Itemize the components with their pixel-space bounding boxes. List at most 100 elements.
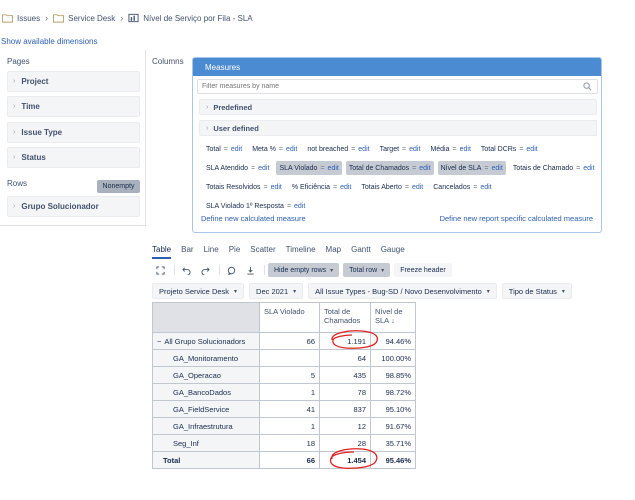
- nonempty-toggle[interactable]: Nonempty: [97, 180, 140, 193]
- measure-edit-link[interactable]: edit: [258, 165, 269, 172]
- measure-chip-total[interactable]: Total = edit: [203, 142, 245, 156]
- measure-edit-link[interactable]: edit: [583, 165, 594, 172]
- measure-chip-cancelados[interactable]: Cancelados = edit: [430, 180, 494, 194]
- measures-filter[interactable]: [197, 79, 598, 94]
- measure-edit-link[interactable]: edit: [412, 184, 423, 191]
- measure-chip-total-dcrs[interactable]: Total DCRs = edit: [478, 142, 541, 156]
- tab-scatter[interactable]: Scatter: [250, 245, 275, 259]
- row-header[interactable]: GA_Monitoramento: [152, 349, 260, 367]
- folder-icon: [2, 14, 13, 23]
- dimension-time[interactable]: › Time: [7, 96, 140, 117]
- chevron-right-icon: ›: [13, 203, 16, 210]
- equals-sign: =: [351, 145, 356, 153]
- dimension-project[interactable]: › Project: [7, 71, 140, 92]
- define-new-measure-link[interactable]: Define new calculated measure: [201, 214, 306, 223]
- measure-name: Target: [379, 145, 400, 153]
- measure-chip-meta[interactable]: Meta % = edit: [249, 142, 300, 156]
- filter-dropdown-projeto-service-desk[interactable]: Projeto Service Desk ▾: [152, 283, 245, 299]
- row-header[interactable]: GA_FieldService: [152, 400, 260, 418]
- total-row-button[interactable]: Total row ▾: [343, 263, 391, 277]
- group-user-defined[interactable]: › User defined: [199, 120, 597, 136]
- collapse-icon[interactable]: −: [157, 337, 161, 346]
- measure-chip-target[interactable]: Target = edit: [377, 142, 424, 156]
- freeze-header-button[interactable]: Freeze header: [394, 263, 452, 277]
- measure-chip-sla-violado[interactable]: SLA Violado = edit: [276, 161, 342, 175]
- measures-header[interactable]: Measures: [193, 58, 601, 76]
- col-header-nivel-sla[interactable]: Nível de SLA ↓: [370, 302, 416, 333]
- filter-dropdown-dec-2021[interactable]: Dec 2021 ▾: [249, 283, 304, 299]
- tab-line[interactable]: Line: [204, 245, 219, 259]
- table-toolbar: Hide empty rows ▾ Total row ▾ Freeze heade…: [152, 262, 456, 278]
- dimensions-panel: Pages › Project › Time › Issue Type › Status…: [0, 50, 146, 226]
- row-label: Total: [163, 455, 181, 465]
- redo-icon[interactable]: [197, 263, 213, 277]
- equals-sign: =: [263, 183, 268, 191]
- report-icon: [128, 13, 139, 23]
- measure-edit-link[interactable]: edit: [340, 184, 351, 191]
- row-header[interactable]: − All Grupo Solucionadors: [152, 332, 260, 350]
- measure-edit-link[interactable]: edit: [526, 146, 537, 153]
- measure-chip-nivel-de-sla[interactable]: Nível de SLA = edit: [437, 161, 506, 175]
- row-header[interactable]: GA_Operacao: [152, 366, 260, 384]
- tab-pie[interactable]: Pie: [229, 245, 241, 259]
- measures-filter-input[interactable]: [202, 83, 572, 90]
- measure-edit-link[interactable]: edit: [460, 146, 471, 153]
- measure-chip-total-de-chamados[interactable]: Total de Chamados = edit: [345, 161, 434, 175]
- row-header[interactable]: GA_Infraestrutura: [152, 417, 260, 435]
- dimension-grupo-solucionador[interactable]: › Grupo Solucionador: [7, 196, 140, 217]
- undo-icon[interactable]: [178, 263, 194, 277]
- tab-map[interactable]: Map: [326, 245, 342, 259]
- measure-chip-sla-violado-1-resposta[interactable]: SLA Violado 1º Resposta = edit: [203, 199, 308, 213]
- fullscreen-icon[interactable]: [152, 263, 168, 277]
- show-available-dimensions-link[interactable]: Show available dimensions: [1, 37, 98, 46]
- measure-name: SLA Violado 1º Resposta: [206, 202, 284, 210]
- measure-edit-link[interactable]: edit: [294, 203, 305, 210]
- tab-gauge[interactable]: Gauge: [381, 245, 405, 259]
- col-header-sla-violado[interactable]: SLA Violado: [259, 302, 320, 333]
- measure-name: Total: [206, 145, 221, 153]
- measure-chip-totais-resolvidos[interactable]: Totais Resolvidos = edit: [203, 180, 285, 194]
- hide-empty-rows-button[interactable]: Hide empty rows ▾: [268, 263, 340, 277]
- table-cell: 12: [319, 417, 371, 435]
- breadcrumb-service-desk[interactable]: Service Desk: [68, 14, 115, 23]
- page-filters: Projeto Service Desk ▾ Dec 2021 ▾ All Issue …: [152, 283, 577, 299]
- row-header[interactable]: GA_BancoDados: [152, 383, 260, 401]
- measure-chip-totais-de-chamado[interactable]: Totais de Chamado = edit: [510, 161, 598, 175]
- tab-table[interactable]: Table: [152, 245, 172, 259]
- row-header[interactable]: Seg_Inf: [152, 434, 260, 452]
- chevron-down-icon: ▾: [234, 288, 238, 295]
- measure-edit-link[interactable]: edit: [328, 165, 339, 172]
- filter-dropdown-all-issue-types-bug-sd-novo-de[interactable]: All Issue Types - Bug-SD / Novo Desenvol…: [308, 283, 497, 299]
- tab-gantt[interactable]: Gantt: [351, 245, 371, 259]
- row-label: Seg_Inf: [173, 438, 199, 448]
- measure-chip-totais-aberto[interactable]: Totais Aberto = edit: [358, 180, 426, 194]
- comment-icon[interactable]: [223, 263, 239, 277]
- table-cell: 95.46%: [370, 451, 416, 469]
- tab-bar[interactable]: Bar: [181, 245, 193, 259]
- measure-chip-media[interactable]: Média = edit: [427, 142, 473, 156]
- dimension-issue-type[interactable]: › Issue Type: [7, 122, 140, 143]
- download-icon[interactable]: [242, 263, 258, 277]
- col-header-total-chamados[interactable]: Total de Chamados: [319, 302, 371, 333]
- table-cell: 35.71%: [370, 434, 416, 452]
- measure-edit-link[interactable]: edit: [480, 184, 491, 191]
- measure-chip-eficiencia[interactable]: % Eficiência = edit: [289, 180, 355, 194]
- group-predefined[interactable]: › Predefined: [199, 99, 597, 115]
- measure-edit-link[interactable]: edit: [409, 146, 420, 153]
- measure-edit-link[interactable]: edit: [231, 146, 242, 153]
- measure-chip-not-breached[interactable]: not breached = edit: [304, 142, 372, 156]
- measure-edit-link[interactable]: edit: [492, 165, 503, 172]
- measure-edit-link[interactable]: edit: [286, 146, 297, 153]
- row-label: GA_Infraestrutura: [173, 421, 233, 431]
- filter-dropdown-tipo-de-status[interactable]: Tipo de Status ▾: [501, 283, 572, 299]
- tab-timeline[interactable]: Timeline: [286, 245, 316, 259]
- measure-edit-link[interactable]: edit: [358, 146, 369, 153]
- row-header[interactable]: Total: [152, 451, 260, 469]
- breadcrumb-issues[interactable]: Issues: [17, 14, 40, 23]
- measure-edit-link[interactable]: edit: [419, 165, 430, 172]
- define-new-report-measure-link[interactable]: Define new report specific calculated me…: [440, 214, 593, 223]
- chevron-right-icon: ›: [45, 13, 49, 23]
- measure-edit-link[interactable]: edit: [271, 184, 282, 191]
- dimension-status[interactable]: › Status: [7, 147, 140, 168]
- measure-chip-sla-atendido[interactable]: SLA Atendido = edit: [203, 161, 272, 175]
